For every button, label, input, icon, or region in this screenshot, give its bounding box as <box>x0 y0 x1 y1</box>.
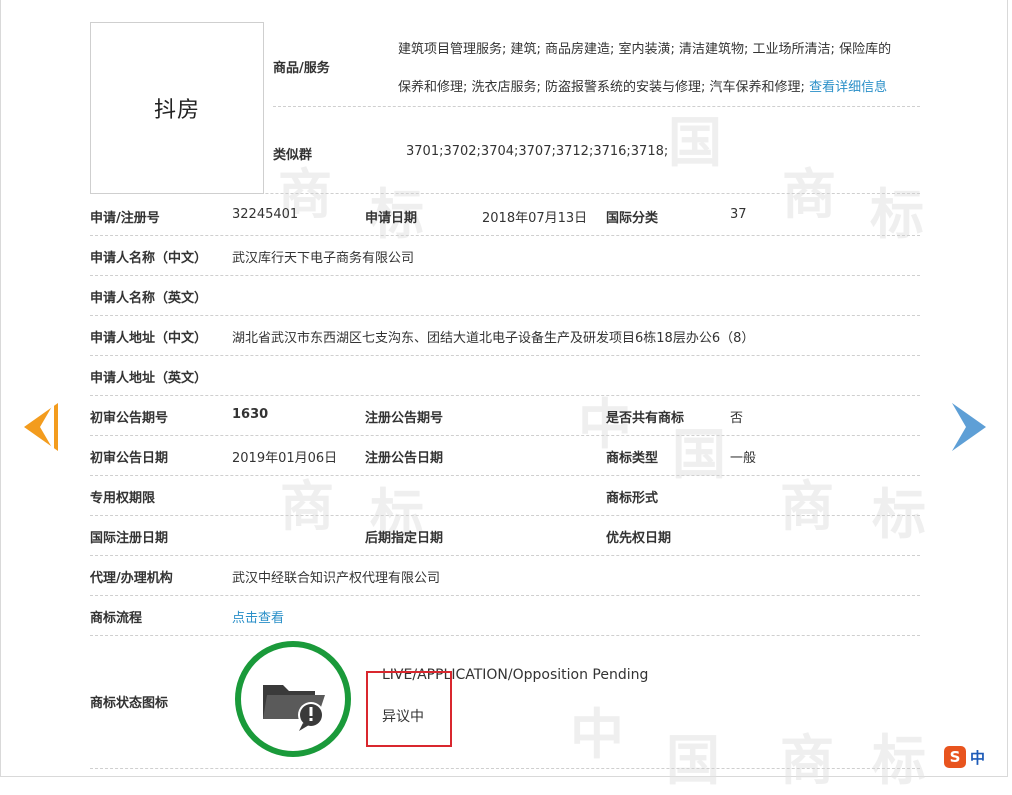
address-cn-value: 湖北省武汉市东西湖区七支沟东、团结大道北电子设备生产及研发项目6栋18层办公6（… <box>232 331 755 346</box>
status-icon-ring <box>235 641 351 757</box>
goods-line-1: 建筑项目管理服务; 建筑; 商品房建造; 室内装潢; 清洁建筑物; 工业场所清洁… <box>398 42 892 57</box>
tm-type-label: 商标类型 <box>606 451 659 466</box>
status-label: 商标状态图标 <box>90 696 169 711</box>
agent-value: 武汉中经联合知识产权代理有限公司 <box>232 571 441 586</box>
prelim-issue-value: 1630 <box>232 407 269 422</box>
divider <box>90 355 920 356</box>
divider <box>90 193 920 194</box>
priority-date-label: 优先权日期 <box>606 531 672 546</box>
flow-label: 商标流程 <box>90 611 143 626</box>
address-en-label: 申请人地址（英文） <box>90 371 208 386</box>
divider <box>90 768 920 769</box>
divider <box>90 515 920 516</box>
intl-class-label: 国际分类 <box>606 211 659 226</box>
next-arrow-cutout <box>952 403 966 451</box>
goods-line-2: 保养和修理; 洗衣店服务; 防盗报警系统的安装与修理; 汽车保养和修理; <box>398 80 805 95</box>
flow-link[interactable]: 点击查看 <box>232 607 284 626</box>
intl-reg-date-label: 国际注册日期 <box>90 531 169 546</box>
reg-date-label: 注册公告日期 <box>365 451 444 466</box>
ime-mode-text: 中 <box>970 748 986 767</box>
divider <box>90 555 920 556</box>
divider <box>273 106 920 107</box>
tm-form-label: 商标形式 <box>606 491 659 506</box>
applicant-en-label: 申请人名称（英文） <box>90 291 208 306</box>
highlight-box <box>366 671 452 747</box>
divider <box>90 275 920 276</box>
applicant-cn-label: 申请人名称（中文） <box>90 251 208 266</box>
goods-label: 商品/服务 <box>273 61 330 76</box>
prelim-issue-label: 初审公告期号 <box>90 411 169 426</box>
similar-group-value: 3701;3702;3704;3707;3712;3716;3718; <box>406 144 669 159</box>
reg-issue-label: 注册公告期号 <box>365 411 444 426</box>
shared-label: 是否共有商标 <box>606 411 685 426</box>
prelim-date-value: 2019年01月06日 <box>232 451 338 466</box>
similar-group-label: 类似群 <box>273 148 313 163</box>
later-date-label: 后期指定日期 <box>365 531 444 546</box>
ime-toolbar[interactable]: S 中 <box>944 742 1012 772</box>
intl-class-value: 37 <box>730 207 747 222</box>
app-date-label: 申请日期 <box>365 211 418 226</box>
reg-no-label: 申请/注册号 <box>90 211 160 226</box>
divider <box>90 635 920 636</box>
address-cn-label: 申请人地址（中文） <box>90 331 208 346</box>
reg-no-value: 32245401 <box>232 207 299 222</box>
trademark-name: 抖房 <box>153 98 200 123</box>
divider <box>90 395 920 396</box>
app-date-value: 2018年07月13日 <box>482 211 588 226</box>
detail-link[interactable]: 查看详细信息 <box>809 80 887 95</box>
agent-label: 代理/办理机构 <box>90 571 173 586</box>
divider <box>90 235 920 236</box>
tm-type-value: 一般 <box>730 451 757 466</box>
sogou-logo-icon: S <box>944 746 966 768</box>
goods-text: 建筑项目管理服务; 建筑; 商品房建造; 室内装潢; 清洁建筑物; 工业场所清洁… <box>398 31 923 107</box>
divider <box>90 595 920 596</box>
divider <box>90 475 920 476</box>
exclusive-period-label: 专用权期限 <box>90 491 156 506</box>
divider <box>90 435 920 436</box>
folder-alert-icon <box>263 685 325 731</box>
trademark-image: 抖房 <box>90 22 264 194</box>
prelim-date-label: 初审公告日期 <box>90 451 169 466</box>
divider <box>90 315 920 316</box>
prev-arrow-cutout <box>40 403 54 451</box>
applicant-cn-value: 武汉库行天下电子商务有限公司 <box>232 251 415 266</box>
shared-value: 否 <box>730 411 744 426</box>
